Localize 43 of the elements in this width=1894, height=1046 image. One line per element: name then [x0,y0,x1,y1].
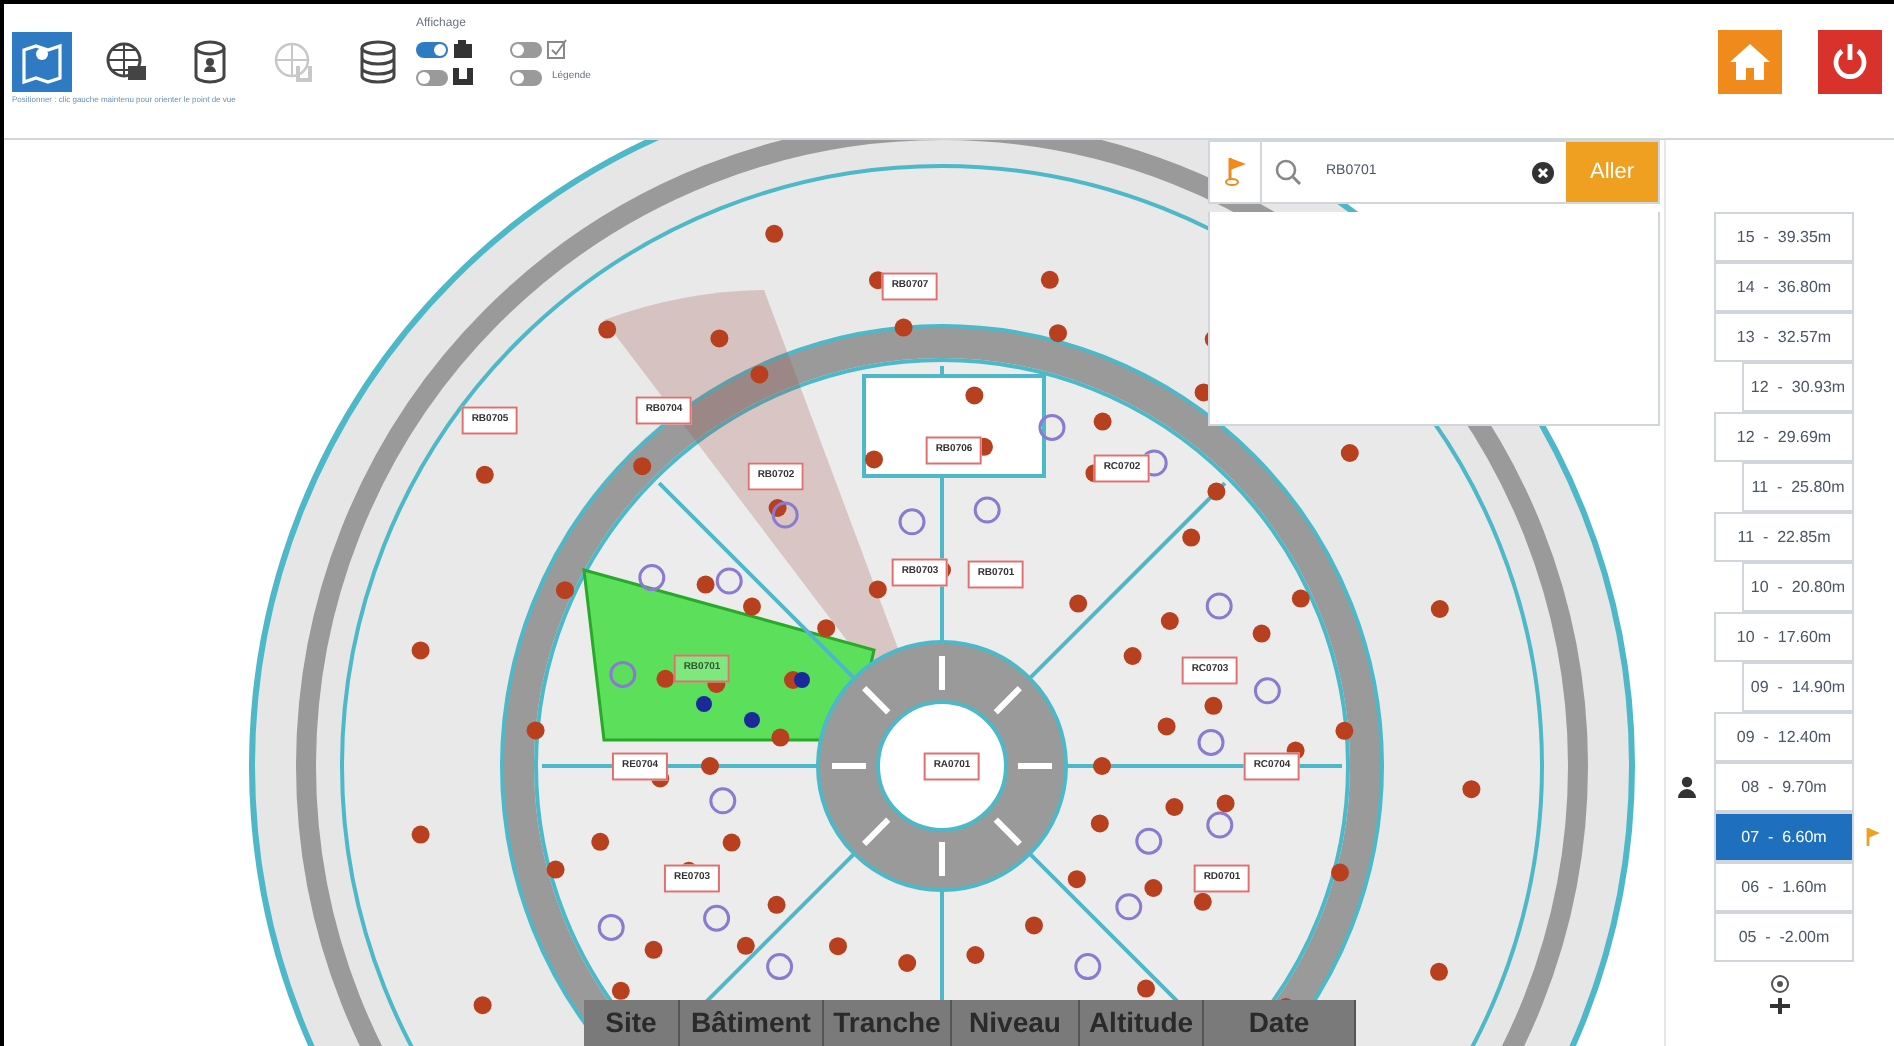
toggle-switch[interactable] [510,69,542,85]
toggle-switch[interactable] [416,69,448,85]
level-button[interactable]: 11 - 25.80m [1742,462,1854,512]
level-button[interactable]: 08 - 9.70m [1714,762,1854,812]
level-button[interactable]: 12 - 29.69m [1714,412,1854,462]
globe-camera-icon [102,38,150,86]
checkbox-icon [546,38,568,60]
column-header: Date [1204,1000,1356,1046]
flag-icon [1864,825,1882,849]
clear-icon[interactable] [1532,161,1554,183]
home-button[interactable] [1718,30,1782,94]
level-button[interactable]: 14 - 36.80m [1714,262,1854,312]
globe-sensor-icon [270,38,318,86]
level-button[interactable]: 10 - 20.80m [1742,562,1854,612]
plus-icon[interactable] [1770,998,1790,1014]
locate-icon[interactable] [1770,974,1790,994]
level-button[interactable]: 07 - 6.60m [1714,812,1854,862]
flag-icon[interactable] [1223,156,1247,188]
column-header: Site [584,1000,680,1046]
level-button[interactable]: 10 - 17.60m [1714,612,1854,662]
column-header: Altitude [1080,1000,1204,1046]
column-header: Bâtiment [680,1000,824,1046]
column-header: Tranche [824,1000,952,1046]
level-button[interactable]: 06 - 1.60m [1714,862,1854,912]
home-icon [1728,42,1772,82]
toggle-switch[interactable] [510,41,542,57]
search-icon [1274,158,1302,186]
power-icon [1830,42,1870,82]
level-button[interactable]: 09 - 14.90m [1742,662,1854,712]
level-button[interactable]: 05 - -2.00m [1714,912,1854,962]
map-icon [18,38,66,86]
level-button[interactable]: 12 - 30.93m [1742,362,1854,412]
column-header: Niveau [952,1000,1080,1046]
person-icon [1678,776,1696,798]
level-button[interactable]: 13 - 32.57m [1714,312,1854,362]
power-button[interactable] [1818,30,1882,94]
sensor-icon [452,66,474,88]
level-button[interactable]: 15 - 39.35m [1714,212,1854,262]
toggle-switch[interactable] [416,41,448,57]
level-button[interactable]: 09 - 12.40m [1714,712,1854,762]
level-button[interactable]: 11 - 22.85m [1714,512,1854,562]
tool-button[interactable] [12,32,72,92]
camera-icon [452,38,474,60]
